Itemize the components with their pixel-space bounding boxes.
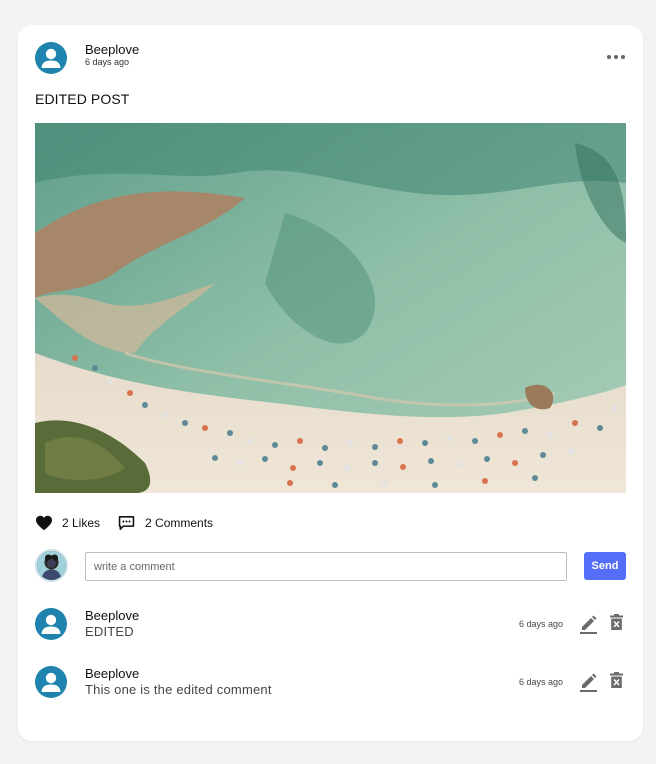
comment-text: This one is the edited comment [85, 682, 272, 697]
comments-button[interactable]: 2 Comments [118, 515, 213, 531]
comment-item: Beeplove EDITED 6 days ago [35, 608, 626, 648]
heart-icon [36, 515, 52, 531]
menu-dot [614, 55, 618, 59]
author-avatar[interactable] [35, 42, 67, 74]
comment-text: EDITED [85, 624, 134, 639]
comment-input[interactable] [85, 552, 567, 581]
comment-author[interactable]: Beeplove [85, 608, 139, 623]
comment-item: Beeplove This one is the edited comment … [35, 666, 626, 706]
user-avatar-image [37, 551, 66, 580]
comment-timestamp: 6 days ago [519, 619, 564, 629]
comments-count: 2 Comments [145, 516, 214, 530]
trash-icon[interactable] [610, 614, 623, 631]
post-card: Beeplove 6 days ago EDITED POST 2 Likes … [18, 25, 643, 741]
comment-author[interactable]: Beeplove [85, 666, 139, 681]
menu-dot [621, 55, 625, 59]
post-image[interactable] [35, 123, 626, 493]
more-options-icon[interactable] [607, 50, 625, 64]
current-user-avatar[interactable] [35, 549, 68, 582]
menu-dot [607, 55, 611, 59]
like-button[interactable]: 2 Likes [35, 515, 100, 531]
send-button[interactable]: Send [584, 552, 626, 580]
post-timestamp: 6 days ago [85, 57, 130, 67]
person-icon [41, 614, 61, 634]
comment-timestamp: 6 days ago [519, 677, 564, 687]
comment-icon [118, 516, 135, 530]
comment-author-avatar[interactable] [35, 608, 67, 640]
likes-count: 2 Likes [62, 516, 101, 530]
person-icon [41, 672, 61, 692]
beach-aerial-photo [35, 123, 626, 493]
comment-author-avatar[interactable] [35, 666, 67, 698]
post-reactions: 2 Likes 2 Comments [35, 514, 213, 532]
post-text: EDITED POST [35, 91, 130, 107]
pencil-icon[interactable] [579, 614, 598, 634]
trash-icon[interactable] [610, 672, 623, 689]
pencil-icon[interactable] [579, 672, 598, 692]
post-author-name[interactable]: Beeplove [85, 42, 139, 57]
person-icon [41, 48, 61, 68]
